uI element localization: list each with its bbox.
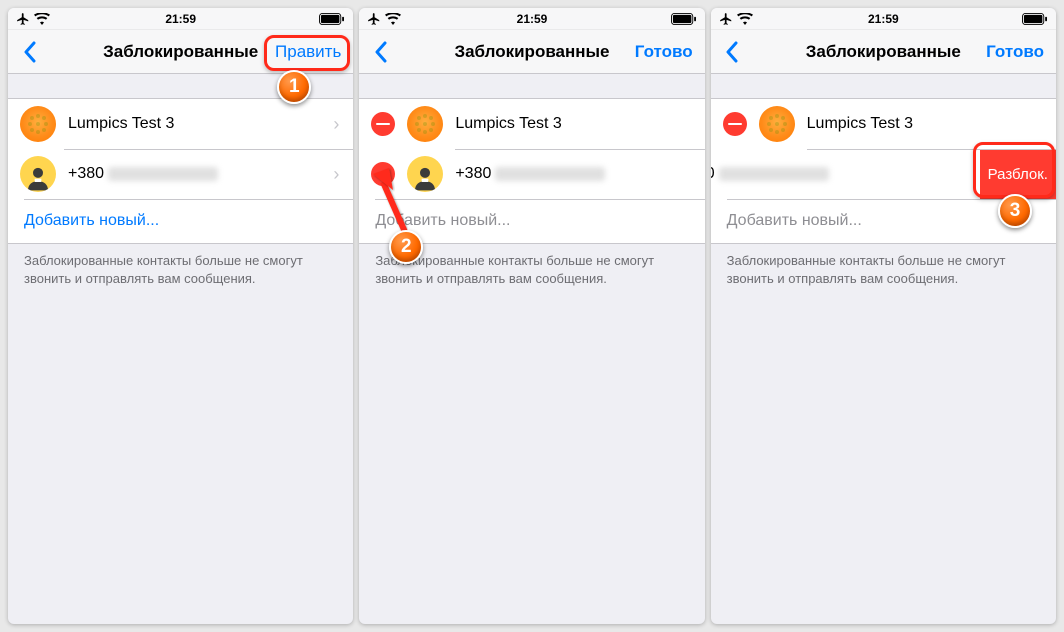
footer-text: Заблокированные контакты больше не смогу…	[711, 244, 1056, 287]
phone-panel-1: 21:59 Заблокированные Править Lumpics Te…	[8, 8, 353, 624]
edit-button[interactable]: Править	[269, 38, 347, 66]
redacted-number	[495, 167, 605, 181]
status-time: 21:59	[359, 12, 704, 26]
contact-name: Lumpics Test 3	[68, 115, 333, 133]
nav-bar: Заблокированные Править	[8, 30, 353, 74]
nav-bar: Заблокированные Готово	[711, 30, 1056, 74]
footer-text: Заблокированные контакты больше не смогу…	[8, 244, 353, 287]
avatar-icon	[407, 106, 443, 142]
delete-minus-icon[interactable]	[371, 112, 395, 136]
done-button[interactable]: Готово	[629, 38, 699, 66]
status-time: 21:59	[8, 12, 353, 26]
avatar-icon	[759, 106, 795, 142]
add-new-button[interactable]: Добавить новый...	[8, 199, 353, 243]
nav-bar: Заблокированные Готово	[359, 30, 704, 74]
delete-minus-icon[interactable]	[371, 162, 395, 186]
redacted-number	[719, 167, 829, 181]
blocked-contact-row[interactable]: Lumpics Test 3	[711, 99, 1056, 149]
contact-name: +380	[455, 165, 704, 183]
status-time: 21:59	[711, 12, 1056, 26]
blocked-list: Lumpics Test 3 +380 Добавить новый...	[359, 98, 704, 244]
chevron-right-icon: ›	[333, 164, 339, 185]
chevron-right-icon: ›	[333, 114, 339, 135]
blocked-contact-row[interactable]: +380	[359, 149, 704, 199]
unblock-button[interactable]: Разблок.	[980, 149, 1056, 199]
status-bar: 21:59	[8, 8, 353, 30]
blocked-contact-row[interactable]: +380 ›	[8, 149, 353, 199]
avatar-icon	[20, 156, 56, 192]
blocked-list: Lumpics Test 3 › +380 › Добавить новый..…	[8, 98, 353, 244]
avatar-icon	[20, 106, 56, 142]
redacted-number	[108, 167, 218, 181]
blocked-contact-row[interactable]: Lumpics Test 3 ›	[8, 99, 353, 149]
phone-panel-3: 21:59 Заблокированные Готово Lumpics Tes…	[711, 8, 1056, 624]
blocked-contact-row[interactable]: +380 Разблок.	[711, 149, 1056, 199]
step-badge-3: 3	[998, 194, 1032, 228]
delete-minus-icon[interactable]	[723, 112, 747, 136]
back-button[interactable]	[717, 41, 747, 63]
back-button[interactable]	[14, 41, 44, 63]
status-bar: 21:59	[711, 8, 1056, 30]
back-button[interactable]	[365, 41, 395, 63]
avatar-icon	[407, 156, 443, 192]
contact-name: +380	[711, 165, 936, 183]
done-button[interactable]: Готово	[980, 38, 1050, 66]
contact-name: Lumpics Test 3	[807, 115, 1056, 133]
phone-panel-2: 21:59 Заблокированные Готово Lumpics Tes…	[359, 8, 704, 624]
status-bar: 21:59	[359, 8, 704, 30]
contact-name: Lumpics Test 3	[455, 115, 704, 133]
contact-name: +380	[68, 165, 333, 183]
blocked-contact-row[interactable]: Lumpics Test 3	[359, 99, 704, 149]
